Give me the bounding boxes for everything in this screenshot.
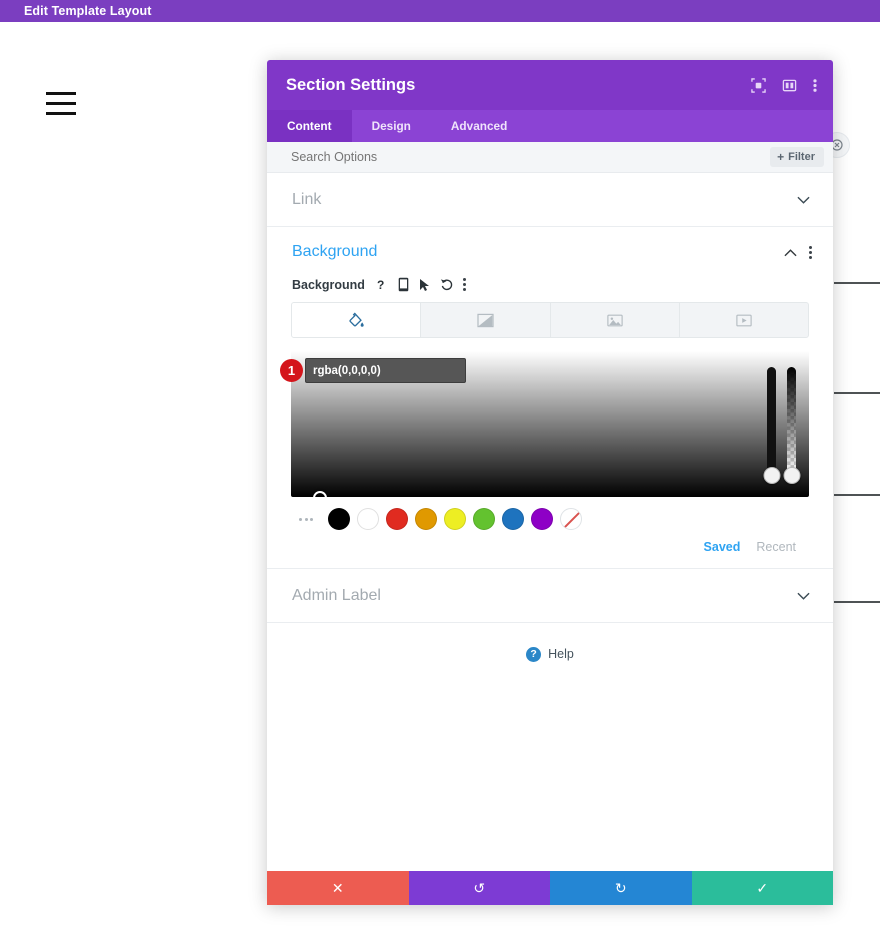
- filter-button[interactable]: + Filter: [770, 147, 824, 167]
- help-link[interactable]: ? Help: [267, 623, 833, 685]
- color-sliders: [763, 367, 800, 484]
- swatch-blue[interactable]: [502, 508, 524, 530]
- background-type-tabs: [291, 302, 809, 338]
- chevron-down-icon: [797, 193, 810, 206]
- color-value-input[interactable]: [306, 364, 465, 377]
- page-divider: [834, 601, 880, 603]
- step-badge-1: 1: [280, 359, 303, 382]
- swatch-none[interactable]: [560, 508, 582, 530]
- undo-button[interactable]: ↺: [408, 871, 550, 905]
- modal-body: Link Background Background ? rgba(0,0,0,…: [267, 173, 833, 871]
- tab-design[interactable]: Design: [352, 110, 431, 142]
- color-value-field: ✓: [305, 358, 466, 383]
- hamburger-bar: [46, 101, 76, 105]
- section-title-background: Background: [292, 243, 378, 260]
- background-video-tab[interactable]: [680, 303, 808, 337]
- modal-header-icons: [751, 77, 817, 93]
- modal-title: Section Settings: [286, 75, 416, 94]
- admin-bar: Edit Template Layout: [0, 0, 880, 22]
- admin-bar-title: Edit Template Layout: [24, 4, 152, 18]
- focus-target-icon[interactable]: [751, 77, 766, 93]
- background-color-tab[interactable]: [292, 303, 422, 337]
- redo-button[interactable]: ↻: [550, 871, 692, 905]
- responsive-mobile-icon[interactable]: [398, 277, 409, 292]
- reset-undo-icon[interactable]: [440, 278, 453, 291]
- swatch-green[interactable]: [473, 508, 495, 530]
- tab-content[interactable]: Content: [267, 110, 352, 142]
- more-swatches-icon[interactable]: [291, 517, 321, 521]
- palette-tabs: Saved Recent: [267, 530, 833, 568]
- background-field-label: Background: [292, 277, 365, 292]
- palette-tab-recent[interactable]: Recent: [756, 540, 796, 554]
- save-button[interactable]: ✓: [691, 871, 833, 905]
- help-label: Help: [548, 647, 574, 661]
- page-divider: [834, 494, 880, 496]
- palette-tab-saved[interactable]: Saved: [704, 540, 741, 554]
- color-swatch-row: [267, 497, 833, 530]
- modal-footer: ✕ ↺ ↻ ✓: [267, 871, 833, 905]
- hue-slider[interactable]: [763, 367, 780, 484]
- section-row-background[interactable]: Background: [267, 227, 833, 277]
- hue-slider-handle[interactable]: [763, 467, 780, 484]
- section-row-link[interactable]: Link: [267, 173, 833, 227]
- swatch-black[interactable]: [328, 508, 350, 530]
- search-bar: + Filter: [267, 142, 833, 173]
- background-gradient-tab[interactable]: [421, 303, 551, 337]
- section-settings-modal: Section Settings Content Design Advanced…: [267, 60, 833, 905]
- alpha-slider[interactable]: [783, 367, 800, 484]
- saturation-handle[interactable]: [313, 491, 327, 497]
- modal-tabs: Content Design Advanced: [267, 110, 833, 142]
- plus-icon: +: [777, 150, 785, 164]
- help-question-icon: ?: [526, 646, 542, 662]
- hamburger-bar: [46, 91, 76, 95]
- section-title-link: Link: [292, 190, 322, 208]
- hover-cursor-icon[interactable]: [419, 278, 430, 292]
- swatch-yellow[interactable]: [444, 508, 466, 530]
- page-divider: [834, 392, 880, 394]
- hamburger-bar: [46, 111, 76, 115]
- section-row-admin-label[interactable]: Admin Label: [267, 569, 833, 623]
- chevron-down-icon: [797, 589, 810, 602]
- page-divider: [834, 282, 880, 284]
- background-image-tab[interactable]: [551, 303, 680, 337]
- kebab-menu-icon[interactable]: [813, 78, 817, 93]
- section-background: Background Background ? rgba(0,0,0,0) 1 …: [267, 227, 833, 569]
- modal-header: Section Settings: [267, 60, 833, 110]
- help-question-icon[interactable]: ?: [377, 278, 388, 292]
- svg-text:?: ?: [377, 278, 384, 292]
- tab-advanced[interactable]: Advanced: [431, 110, 527, 142]
- search-input[interactable]: [291, 150, 771, 164]
- chevron-up-icon[interactable]: [784, 245, 797, 260]
- split-layout-icon[interactable]: [782, 78, 797, 93]
- background-field-label-row: Background ?: [267, 277, 833, 302]
- swatch-white[interactable]: [357, 508, 379, 530]
- cancel-button[interactable]: ✕: [267, 871, 409, 905]
- swatch-purple[interactable]: [531, 508, 553, 530]
- section-title-admin-label: Admin Label: [292, 586, 381, 604]
- hamburger-menu-icon[interactable]: [46, 86, 76, 120]
- swatch-red[interactable]: [386, 508, 408, 530]
- alpha-slider-handle[interactable]: [783, 467, 800, 484]
- swatch-orange[interactable]: [415, 508, 437, 530]
- color-picker: ✓ 1: [280, 351, 809, 497]
- filter-button-label: Filter: [788, 151, 815, 163]
- section-options-kebab-icon[interactable]: [809, 245, 812, 259]
- options-kebab-icon[interactable]: [462, 278, 466, 291]
